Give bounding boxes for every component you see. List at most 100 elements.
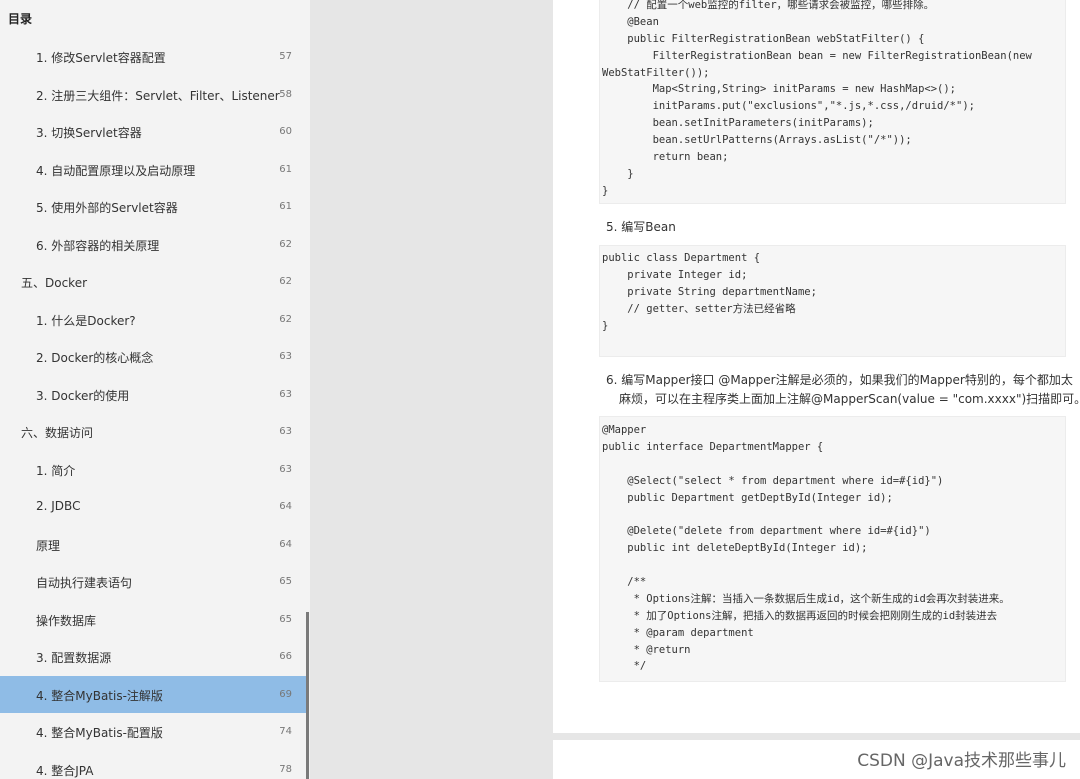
watermark-text: CSDN @Java技术那些事儿: [857, 751, 1066, 771]
toc-item-page-number: 74: [279, 726, 292, 737]
code-line: WebStatFilter());: [602, 66, 710, 79]
toc-item-page-number: 60: [279, 126, 292, 137]
code-line: @Bean: [602, 15, 659, 28]
step-6-text-line1: 6. 编写Mapper接口 @Mapper注解是必须的，如果我们的Mapper特…: [606, 373, 1073, 387]
toc-item[interactable]: 自动执行建表语句 65: [0, 563, 308, 600]
code-line: @Delete("delete from department where id…: [602, 525, 931, 538]
step-5-heading: 5. 编写Bean: [606, 220, 676, 234]
code-line: return bean;: [602, 151, 729, 164]
toc-item[interactable]: 六、数据访问 63: [0, 413, 308, 450]
toc-item-page-number: 57: [279, 51, 292, 62]
code-line: private String departmentName;: [602, 285, 817, 298]
code-line: /**: [602, 576, 647, 589]
toc-item-label: 6. 外部容器的相关原理: [36, 238, 160, 253]
toc-item[interactable]: 3. Docker的使用 63: [0, 376, 308, 413]
code-line: * @param department: [602, 626, 754, 639]
code-line: public int deleteDeptById(Integer id);: [602, 542, 868, 555]
code-line: // 配置一个web监控的filter，哪些请求会被监控，哪些排除。: [602, 0, 935, 11]
toc-item[interactable]: 操作数据库 65: [0, 601, 308, 638]
code-line: public Department getDeptById(Integer id…: [602, 491, 893, 504]
toc-item-label: 操作数据库: [36, 613, 97, 628]
toc-item-label: 1. 修改Servlet容器配置: [36, 51, 166, 65]
toc-item-label: 3. Docker的使用: [36, 388, 130, 403]
toc-item-label: 4. 整合MyBatis-配置版: [36, 726, 163, 740]
code-block-mapper: @Mapper public interface DepartmentMapper…: [599, 416, 1066, 682]
toc-item-page-number: 64: [279, 538, 292, 550]
toc-item-page-number: 63: [279, 351, 292, 362]
code-line: @Mapper: [602, 424, 647, 436]
toc-item[interactable]: 2. Docker的核心概念 63: [0, 338, 308, 375]
toc-item[interactable]: 4. 整合MyBatis-注解版 69: [0, 675, 308, 713]
code-line: public interface DepartmentMapper {: [602, 440, 824, 453]
toc-item-label: 原理: [36, 538, 61, 553]
code-line: bean.setInitParameters(initParams);: [602, 117, 874, 130]
toc-item-label: 5. 使用外部的Servlet容器: [36, 201, 178, 215]
toc-item[interactable]: 2. 注册三大组件：Servlet、Filter、Listener 58: [0, 76, 308, 113]
toc-item-label: 五、Docker: [21, 276, 88, 290]
toc-item[interactable]: 1. 简介 63: [0, 451, 308, 488]
toc-title: 目录: [8, 12, 33, 26]
toc-item-page-number: 62: [279, 313, 292, 325]
toc-item-page-number: 64: [279, 501, 292, 512]
toc-item-page-number: 78: [279, 763, 292, 775]
step-6-text-line2: 麻烦，可以在主程序类上面加上注解@MapperScan(value = "com…: [619, 392, 1080, 406]
toc-item-label: 4. 自动配置原理以及启动原理: [36, 163, 196, 178]
code-line: public class Department {: [602, 252, 761, 264]
toc-item-label: 3. 配置数据源: [36, 651, 112, 665]
toc-item-page-number: 62: [279, 238, 292, 250]
toc-item-label: 1. 简介: [36, 463, 76, 478]
toc-item-page-number: 65: [279, 576, 292, 587]
toc-item-page-number: 63: [279, 463, 292, 475]
toc-item-page-number: 58: [279, 88, 292, 100]
toc-item-label: 4. 整合MyBatis-注解版: [36, 688, 163, 703]
toc-item-label: 自动执行建表语句: [36, 576, 133, 590]
toc-item-label: 六、数据访问: [21, 426, 94, 440]
toc-item-page-number: 66: [279, 651, 292, 662]
toc-item[interactable]: 1. 什么是Docker? 62: [0, 301, 308, 338]
toc-item[interactable]: 6. 外部容器的相关原理 62: [0, 226, 308, 263]
toc-item[interactable]: 3. 切换Servlet容器 60: [0, 113, 308, 150]
code-line: * @return: [602, 643, 691, 656]
toc-item-label: 2. 注册三大组件：Servlet、Filter、Listener: [36, 88, 280, 103]
toc-item[interactable]: 五、Docker 62: [0, 263, 308, 300]
toc-item-page-number: 63: [279, 426, 292, 437]
code-line: FilterRegistrationBean bean = new Filter…: [602, 49, 1032, 62]
code-line: // getter、setter方法已经省略: [602, 302, 796, 315]
code-line: @Select("select * from department where …: [602, 474, 944, 487]
toc-item[interactable]: 1. 修改Servlet容器配置 57: [0, 38, 308, 75]
code-block-department: public class Department { private Intege…: [599, 245, 1066, 357]
table-of-contents: 目录 1. 修改Servlet容器配置 57 2. 注册三大组件：Servlet、F…: [0, 0, 310, 779]
toc-item-label: 2. Docker的核心概念: [36, 351, 154, 365]
toc-item-label: 2. JDBC: [36, 499, 81, 513]
toc-item-page-number: 61: [279, 201, 292, 212]
code-line: }: [602, 319, 609, 332]
toc-item[interactable]: 4. 自动配置原理以及启动原理 61: [0, 151, 308, 188]
code-line: public FilterRegistrationBean webStatFil…: [602, 32, 925, 45]
toc-item-page-number: 65: [279, 613, 292, 625]
toc-item-label: 4. 整合JPA: [36, 763, 94, 778]
toc-item-page-number: 69: [279, 688, 292, 700]
toc-item[interactable]: 3. 配置数据源 66: [0, 638, 308, 675]
toc-item[interactable]: 4. 整合JPA 78: [0, 751, 308, 779]
code-block-filter: // 配置一个web监控的filter，哪些请求会被监控，哪些排除。 @Bean…: [599, 0, 1066, 204]
code-line: Map<String,String> initParams = new Hash…: [602, 83, 957, 96]
code-line: * 加了Options注解，把插入的数据再返回的时候会把刚刚生成的id封装进去: [602, 609, 998, 622]
document-page: // 配置一个web监控的filter，哪些请求会被监控，哪些排除。 @Bean…: [553, 0, 1080, 733]
toc-item-page-number: 62: [279, 276, 292, 287]
code-line: }: [602, 184, 609, 197]
code-line: private Integer id;: [602, 268, 748, 281]
toc-item-page-number: 61: [279, 163, 292, 175]
code-line: }: [602, 167, 634, 180]
toc-item[interactable]: 2. JDBC 64: [0, 488, 308, 525]
toc-scrollbar[interactable]: [306, 612, 309, 779]
toc-item[interactable]: 原理 64: [0, 526, 308, 563]
toc-item[interactable]: 4. 整合MyBatis-配置版 74: [0, 713, 308, 750]
code-line: bean.setUrlPatterns(Arrays.asList("/*"))…: [602, 134, 912, 147]
code-line: * Options注解：当插入一条数据后生成id，这个新生成的id会再次封装进来…: [602, 592, 1010, 605]
code-line: */: [602, 660, 647, 673]
toc-item-label: 1. 什么是Docker?: [36, 313, 136, 328]
toc-item[interactable]: 5. 使用外部的Servlet容器 61: [0, 188, 308, 225]
